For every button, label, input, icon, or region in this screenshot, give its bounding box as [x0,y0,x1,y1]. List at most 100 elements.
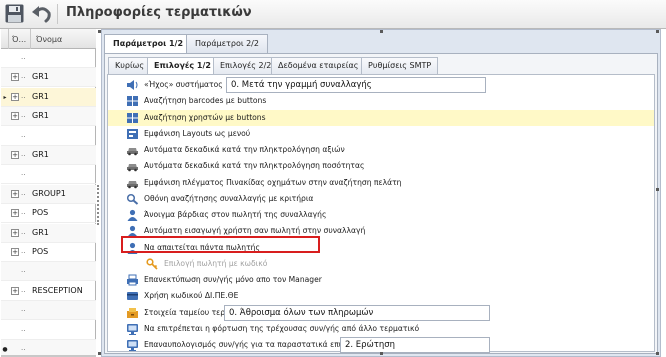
row-selector[interactable] [1,301,9,320]
row-code: .. [21,111,26,120]
row-name: GR1 [32,72,49,82]
row-code: .. [21,208,26,217]
row-selector[interactable] [1,321,9,340]
option-row[interactable]: Αυτόματα δεκαδικά κατά την πληκτρολόγηση… [108,158,654,174]
resize-handle[interactable] [98,352,101,355]
option-row[interactable]: Εμφάνιση πλέγματος Πινακίδας οχημάτων στ… [108,175,654,191]
row-selector[interactable] [1,107,9,126]
option-row[interactable]: Αναζήτηση χρηστών με buttons [108,109,654,126]
resize-handle[interactable] [656,188,659,191]
tab-company-data[interactable]: Δεδομένα εταιρείας [271,57,366,74]
tab-main[interactable]: Κυρίως [108,57,152,74]
table-row[interactable]: +.. GR1 [1,68,96,88]
expand-icon[interactable]: + [11,248,19,256]
row-code: .. [21,324,26,333]
expand-icon[interactable]: + [11,73,19,82]
option-label: «Ήχος» συστήματος [144,80,223,89]
option-row[interactable]: Επιλογή πωλητή με κωδικό [108,256,654,272]
expand-icon[interactable]: + [11,189,19,198]
monitor-icon [126,323,139,335]
expand-icon[interactable]: + [11,286,19,295]
row-selector[interactable] [1,68,9,87]
option-row[interactable]: Οθόνη αναζήτησης συναλλαγής με κριτήρια [108,191,654,207]
option-label: Επανεκτύπωση συν/γής μόνο απο τον Manage… [144,275,322,284]
option-row[interactable]: Επανεκτύπωση συν/γής μόνο απο τον Manage… [108,272,654,288]
resize-handle[interactable] [380,352,383,355]
title-bar: Πληροφορίες τερματικών [0,0,666,29]
search-icon [126,193,139,205]
table-row[interactable]: ▸ +.. GR1 [1,87,96,107]
option-dropdown[interactable]: 0. Άθροισμα όλων των πληρωμών [224,304,490,321]
row-selector[interactable] [1,127,9,146]
expand-icon[interactable]: + [11,151,19,159]
table-row[interactable]: +.. RESCEPTION [1,282,96,301]
option-dropdown[interactable]: 2. Ερώτηση [340,337,490,353]
cashbox-icon [126,307,139,319]
option-label: Εμφάνιση Layouts ως μενού [144,128,251,138]
grid-icon [126,112,139,124]
row-selector[interactable] [1,165,9,184]
table-row[interactable]: .. [1,127,96,146]
row-selector[interactable] [1,224,9,243]
grid-header-selector [1,29,9,49]
option-row[interactable]: Αυτόματα δεκαδικά κατά την πληκτρολόγηση… [108,142,654,158]
table-row[interactable]: .. [1,301,96,321]
table-row[interactable]: +.. GROUP1 [1,184,96,204]
option-label: Επιλογή πωλητή με κωδικό [164,258,268,268]
column-header-code[interactable]: Ό... [9,29,31,49]
table-row[interactable]: +.. GR1 [1,146,96,165]
table-row[interactable]: +.. GR1 [1,223,96,243]
table-row[interactable]: +.. POS [1,243,96,262]
row-code: .. [21,247,26,255]
option-row[interactable]: Επαναυπολογισμός συν/γής για τα παραστατ… [108,337,654,353]
tab-smtp-settings[interactable]: Ρυθμίσεις SMTP [361,57,439,74]
tab-parameters-2[interactable]: Παράμετροι 2/2 [186,34,268,53]
save-icon[interactable] [5,4,24,23]
row-selector[interactable] [1,243,9,262]
row-selector[interactable]: ▸ [1,88,9,107]
table-row[interactable]: .. [1,49,96,68]
undo-icon[interactable] [31,4,52,23]
grid-icon [126,95,139,107]
resize-handle[interactable] [380,30,383,33]
layout-icon [126,128,139,140]
option-row[interactable]: Αναζήτηση barcodes με buttons [108,93,654,109]
row-code: .. [21,285,26,294]
row-selector[interactable] [1,185,9,204]
option-row[interactable]: Εμφάνιση Layouts ως μενού [108,126,654,142]
row-selector[interactable] [1,49,9,68]
tab-parameters-1[interactable]: Παράμετροι 1/2 [104,34,193,54]
option-row[interactable]: «Ήχος» συστήματος 0. Μετά την γραμμή συνα… [108,77,654,93]
row-selector[interactable] [1,146,9,165]
option-row[interactable]: Χρήση κωδικού ΔΙ.ΠΕ.ΘΕ [108,288,654,304]
table-row[interactable]: .. [1,262,96,282]
option-row[interactable]: Άνοιγμα βάρδιας στον πωλητή της συναλλαγ… [108,207,654,223]
splitter-handle[interactable] [97,185,99,225]
table-row[interactable]: .. [1,321,96,340]
row-code: .. [21,188,26,197]
expand-icon[interactable]: + [11,92,19,101]
row-selector[interactable] [1,262,9,281]
expand-icon[interactable]: + [11,112,19,121]
option-row[interactable]: Στοιχεία ταμείου τερματικού 0. Άθροισμα ό… [108,304,654,321]
resize-handle[interactable] [656,30,659,33]
resize-handle[interactable] [98,30,101,33]
option-row[interactable]: Να επιτρέπεται η φόρτωση της τρέχουσας σ… [108,321,654,337]
table-row[interactable]: .. [1,165,96,185]
tab-options-1[interactable]: Επιλογές 1/2 [147,57,218,75]
row-selector[interactable] [1,204,9,223]
table-row[interactable]: +.. GR1 [1,107,96,127]
option-dropdown[interactable]: 0. Μετά την γραμμή συναλλαγής [226,77,486,93]
resize-handle[interactable] [656,352,659,355]
row-code: .. [21,344,26,352]
row-name: RESCEPTION [32,285,83,295]
tab-options-2[interactable]: Επιλογές 2/2 [213,57,279,74]
table-row[interactable]: +.. POS [1,204,96,224]
expand-icon[interactable]: + [11,209,19,218]
row-name: POS [32,247,49,256]
row-code: .. [21,150,26,158]
expand-icon[interactable]: + [11,228,19,237]
row-selector[interactable] [1,282,9,301]
column-header-name[interactable]: Όνομα [31,29,96,49]
car-icon [126,144,139,156]
